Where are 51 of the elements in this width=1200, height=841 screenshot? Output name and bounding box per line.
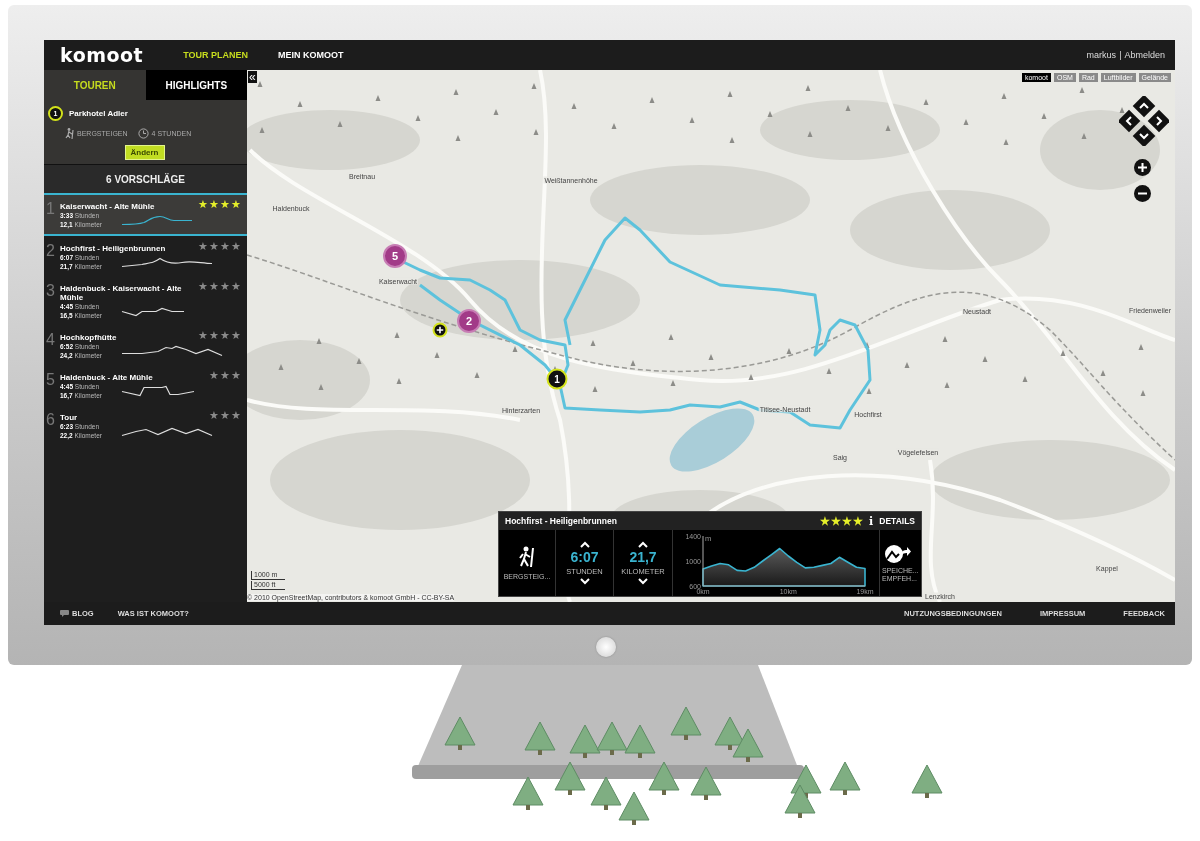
duration-value: 6:07 (570, 550, 599, 565)
elevation-sparkline (121, 306, 184, 316)
plus-icon (436, 326, 444, 334)
hiker-icon (518, 546, 536, 568)
tour-number: 3 (46, 281, 56, 301)
tour-number: 1 (46, 199, 56, 219)
tour-info-title: Hochfirst - Heiligenbrunnen (505, 516, 617, 526)
plus-icon (1138, 163, 1147, 172)
minus-icon (1138, 192, 1147, 195)
info-icon[interactable]: i (869, 514, 874, 528)
hiker-icon (64, 128, 74, 139)
tour-number: 4 (46, 330, 56, 350)
details-link[interactable]: DETAILS (879, 516, 915, 526)
tour-title: Tour (60, 412, 79, 422)
sidebar-tab[interactable]: HIGHLIGHTS (145, 70, 247, 100)
start-name: Parkhotel Adler (69, 109, 128, 118)
username-link[interactable]: markus (1086, 50, 1117, 60)
star-rating: ★★★★ (198, 241, 241, 253)
chevron-up-icon[interactable] (638, 541, 648, 548)
separator: | (1119, 50, 1122, 60)
change-button[interactable]: Ändern (124, 145, 165, 160)
nav-tab[interactable]: TOUR PLANEN (183, 50, 248, 60)
star-rating: ★★★★ (198, 330, 241, 342)
tour-number: 6 (46, 410, 56, 430)
tour-number: 2 (46, 241, 56, 261)
pan-control[interactable] (1119, 96, 1169, 146)
tour-title: Haldenbuck - Alte Mühle (60, 372, 154, 382)
tour-number: 5 (46, 370, 56, 390)
nav-tab[interactable]: MEIN KOMOOT (278, 50, 344, 60)
tour-title: Hochkopfhütte (60, 332, 118, 342)
star-rating: ★★★★ (198, 281, 241, 294)
clock-icon (137, 128, 149, 139)
elevation-sparkline (121, 215, 192, 225)
star-rating: ★★★ (209, 370, 241, 382)
tour-title: Kaiserwacht - Alte Mühle (60, 201, 156, 211)
collapse-button[interactable]: « (248, 71, 257, 83)
chevron-up-icon[interactable] (579, 541, 590, 548)
logout-link[interactable]: Abmelden (1124, 50, 1165, 60)
star-rating: ★★★★ (198, 199, 241, 211)
distance-value: 21,7 (629, 550, 657, 565)
sidebar-tab[interactable]: TOUREN (44, 70, 146, 100)
speech-bubble-icon (60, 610, 69, 617)
star-rating: ★★★★ (820, 515, 864, 527)
share-icon (884, 543, 912, 564)
tour-title: Haldenbuck - Kaiserwacht - Alte Mühle (60, 283, 183, 302)
komoot-logo[interactable]: komoot (60, 44, 144, 66)
star-rating: ★★★ (209, 410, 241, 422)
chevron-down-icon[interactable] (638, 578, 648, 585)
results-header: 6 VORSCHLÄGE (44, 164, 247, 193)
chevron-down-icon[interactable] (579, 578, 590, 585)
tour-title: Hochfirst - Heiligenbrunnen (60, 243, 167, 253)
